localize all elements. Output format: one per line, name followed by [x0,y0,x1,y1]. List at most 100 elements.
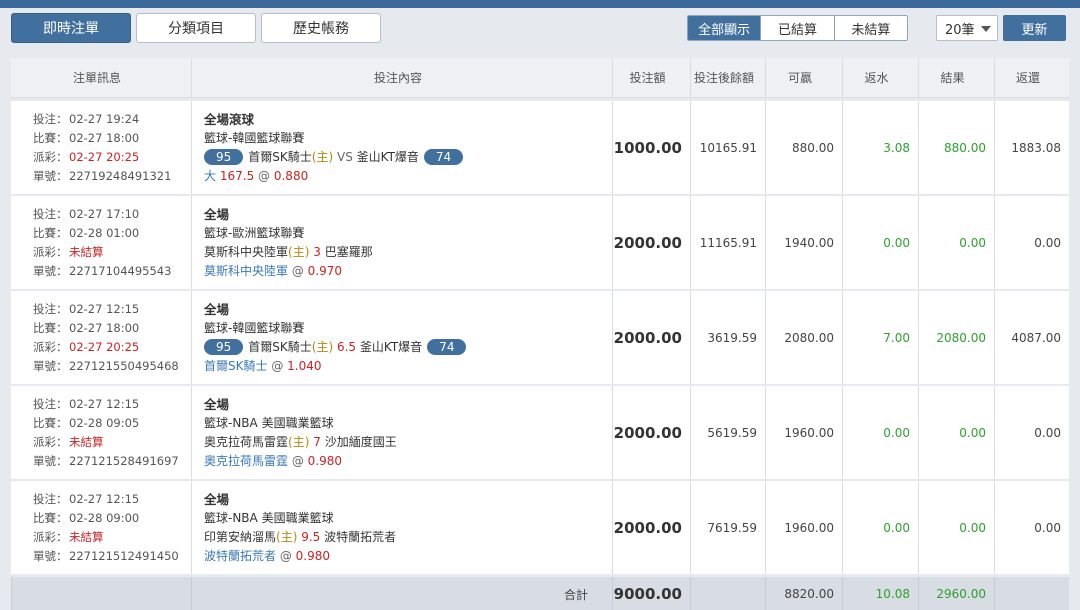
settle-status: 未結算 [69,529,104,544]
potential-win: 1940.00 [765,196,842,289]
home-tag: (主) [288,434,310,449]
balance-after: 10165.91 [690,101,765,194]
league-name: 籃球-韓國籃球聯賽 [204,320,305,335]
league-name: 籃球-NBA 美國職業籃球 [204,510,334,525]
home-tag: (主) [288,244,310,259]
header-bet-content: 投注內容 [191,58,612,97]
odds-value: 0.980 [295,548,331,563]
return-amount: 0.00 [994,386,1069,479]
bet-time-label: 投注： [33,206,68,221]
matchup: 印第安納溜馬(主) 9.5 波特蘭拓荒者 [204,528,396,547]
bet-time: 02-27 12:15 [69,396,140,411]
bet-time: 02-27 12:15 [69,491,140,506]
bet-type-title: 全場滾球 [204,111,255,127]
totals-rebate: 10.08 [842,577,918,610]
filter-all[interactable]: 全部顯示 [688,16,761,40]
totals-label: 合計 [191,577,612,610]
header-result: 結果 [918,58,994,97]
balance-after: 11165.91 [690,196,765,289]
at-sign: @ [258,168,271,183]
settle-status: 未結算 [69,244,104,259]
home-tag: (主) [276,529,298,544]
settle-status: 02-27 20:25 [69,149,140,164]
odds-value: 1.040 [287,358,322,373]
page-size-select[interactable]: 20筆 [936,15,998,41]
tab-live-bets[interactable]: 即時注單 [11,13,131,43]
table-row: 投注： 02-27 17:10 比賽： 02-28 01:00 派彩： 未結算 單號：… [11,196,1069,289]
rebate-amount: 0.00 [842,481,918,574]
pick-name: 奧克拉荷馬雷霆 [204,453,289,468]
stake-amount: 1000.00 [612,101,690,194]
odds-value: 0.880 [273,168,309,183]
bet-info: 投注： 02-27 12:15 比賽： 02-27 18:00 派彩： 02-27 2… [11,291,191,384]
order-no-label: 單號： [33,358,68,373]
home-team: 首爾SK騎士 [248,149,312,164]
totals-result: 2960.00 [918,577,994,610]
filter-settled[interactable]: 已結算 [760,16,833,40]
bet-content: 全場 籃球-歐洲籃球聯賽 莫斯科中央陸軍(主) 3 巴塞羅那 莫斯科中央陸軍 @… [191,196,612,289]
tab-history[interactable]: 歷史帳務 [261,13,381,43]
at-sign: @ [271,358,284,373]
home-score-badge: 95 [204,338,244,355]
order-number: 22719248491321 [69,168,172,183]
handicap-value: 9.5 [301,529,321,544]
settle-status: 02-27 20:25 [69,339,140,354]
bet-time-label: 投注： [33,301,68,316]
page-size-value: 20筆 [945,22,975,38]
header-bet-info: 注單訊息 [72,71,121,85]
away-team: 波特蘭拓荒者 [324,529,397,544]
result-amount: 0.00 [918,386,994,479]
bet-time: 02-27 19:24 [69,111,140,126]
rebate-amount: 0.00 [842,386,918,479]
chevron-down-icon [981,26,991,32]
settle-label: 派彩： [33,434,68,449]
bet-type-title: 全場 [204,491,230,507]
selection: 莫斯科中央陸軍 @ 0.970 [204,262,342,281]
table-row: 投注： 02-27 19:24 比賽： 02-27 18:00 派彩： 02-27 2… [11,101,1069,194]
match-time: 02-28 09:05 [69,415,140,430]
return-amount: 0.00 [994,196,1069,289]
header-return: 返還 [994,58,1069,97]
bet-info: 投注： 02-27 12:15 比賽： 02-28 09:05 派彩： 未結算 單號：… [11,386,191,479]
order-number: 227121512491450 [69,548,179,563]
matchup: 95 首爾SK騎士(主) 6.5 釜山KT爆音 74 [204,338,467,357]
bet-info: 投注： 02-27 17:10 比賽： 02-28 01:00 派彩： 未結算 單號：… [11,196,191,289]
bet-content: 全場 籃球-NBA 美國職業籃球 印第安納溜馬(主) 9.5 波特蘭拓荒者 波特… [191,481,612,574]
handicap-value: 7 [313,434,321,449]
refresh-button[interactable]: 更新 [1003,15,1066,41]
at-sign: @ [291,263,304,278]
pick-name: 波特蘭拓荒者 [204,548,277,563]
away-team: 釜山KT爆音 [359,339,423,354]
order-number: 22717104495543 [69,263,172,278]
totals-row: 合計 9000.00 8820.00 10.08 2960.00 [11,577,1069,610]
home-score-badge: 95 [204,148,244,165]
order-number: 227121550495468 [69,358,179,373]
stake-amount: 2000.00 [612,196,690,289]
settle-label: 派彩： [33,339,68,354]
bet-content: 全場 籃球-韓國籃球聯賽 95 首爾SK騎士(主) 6.5 釜山KT爆音 74 首爾… [191,291,612,384]
table-header: 注單訊息 投注內容 投注額 投注後餘額 可贏 返水 結果 返還 [11,58,1069,98]
filter-unsettled[interactable]: 未結算 [833,16,907,40]
stake-amount: 2000.00 [612,481,690,574]
stake-amount: 2000.00 [612,291,690,384]
tab-categories[interactable]: 分類項目 [136,13,256,43]
home-tag: (主) [311,339,334,354]
settle-label: 派彩： [33,149,68,164]
balance-after: 7619.59 [690,481,765,574]
bet-time-label: 投注： [33,491,68,506]
potential-win: 880.00 [765,101,842,194]
order-no-label: 單號： [33,548,68,563]
matchup: 奧克拉荷馬雷霆(主) 7 沙加緬度國王 [204,433,397,452]
order-no-label: 單號： [33,168,68,183]
return-amount: 0.00 [994,481,1069,574]
match-time: 02-28 09:00 [69,510,140,525]
at-sign: @ [279,548,292,563]
home-tag: (主) [311,149,334,164]
selection: 首爾SK騎士 @ 1.040 [204,357,322,376]
totals-win: 8820.00 [765,577,842,610]
match-time: 02-27 18:00 [69,320,140,335]
order-no-label: 單號： [33,453,68,468]
bet-time: 02-27 12:15 [69,301,140,316]
away-team: 沙加緬度國王 [324,434,397,449]
rebate-amount: 7.00 [842,291,918,384]
